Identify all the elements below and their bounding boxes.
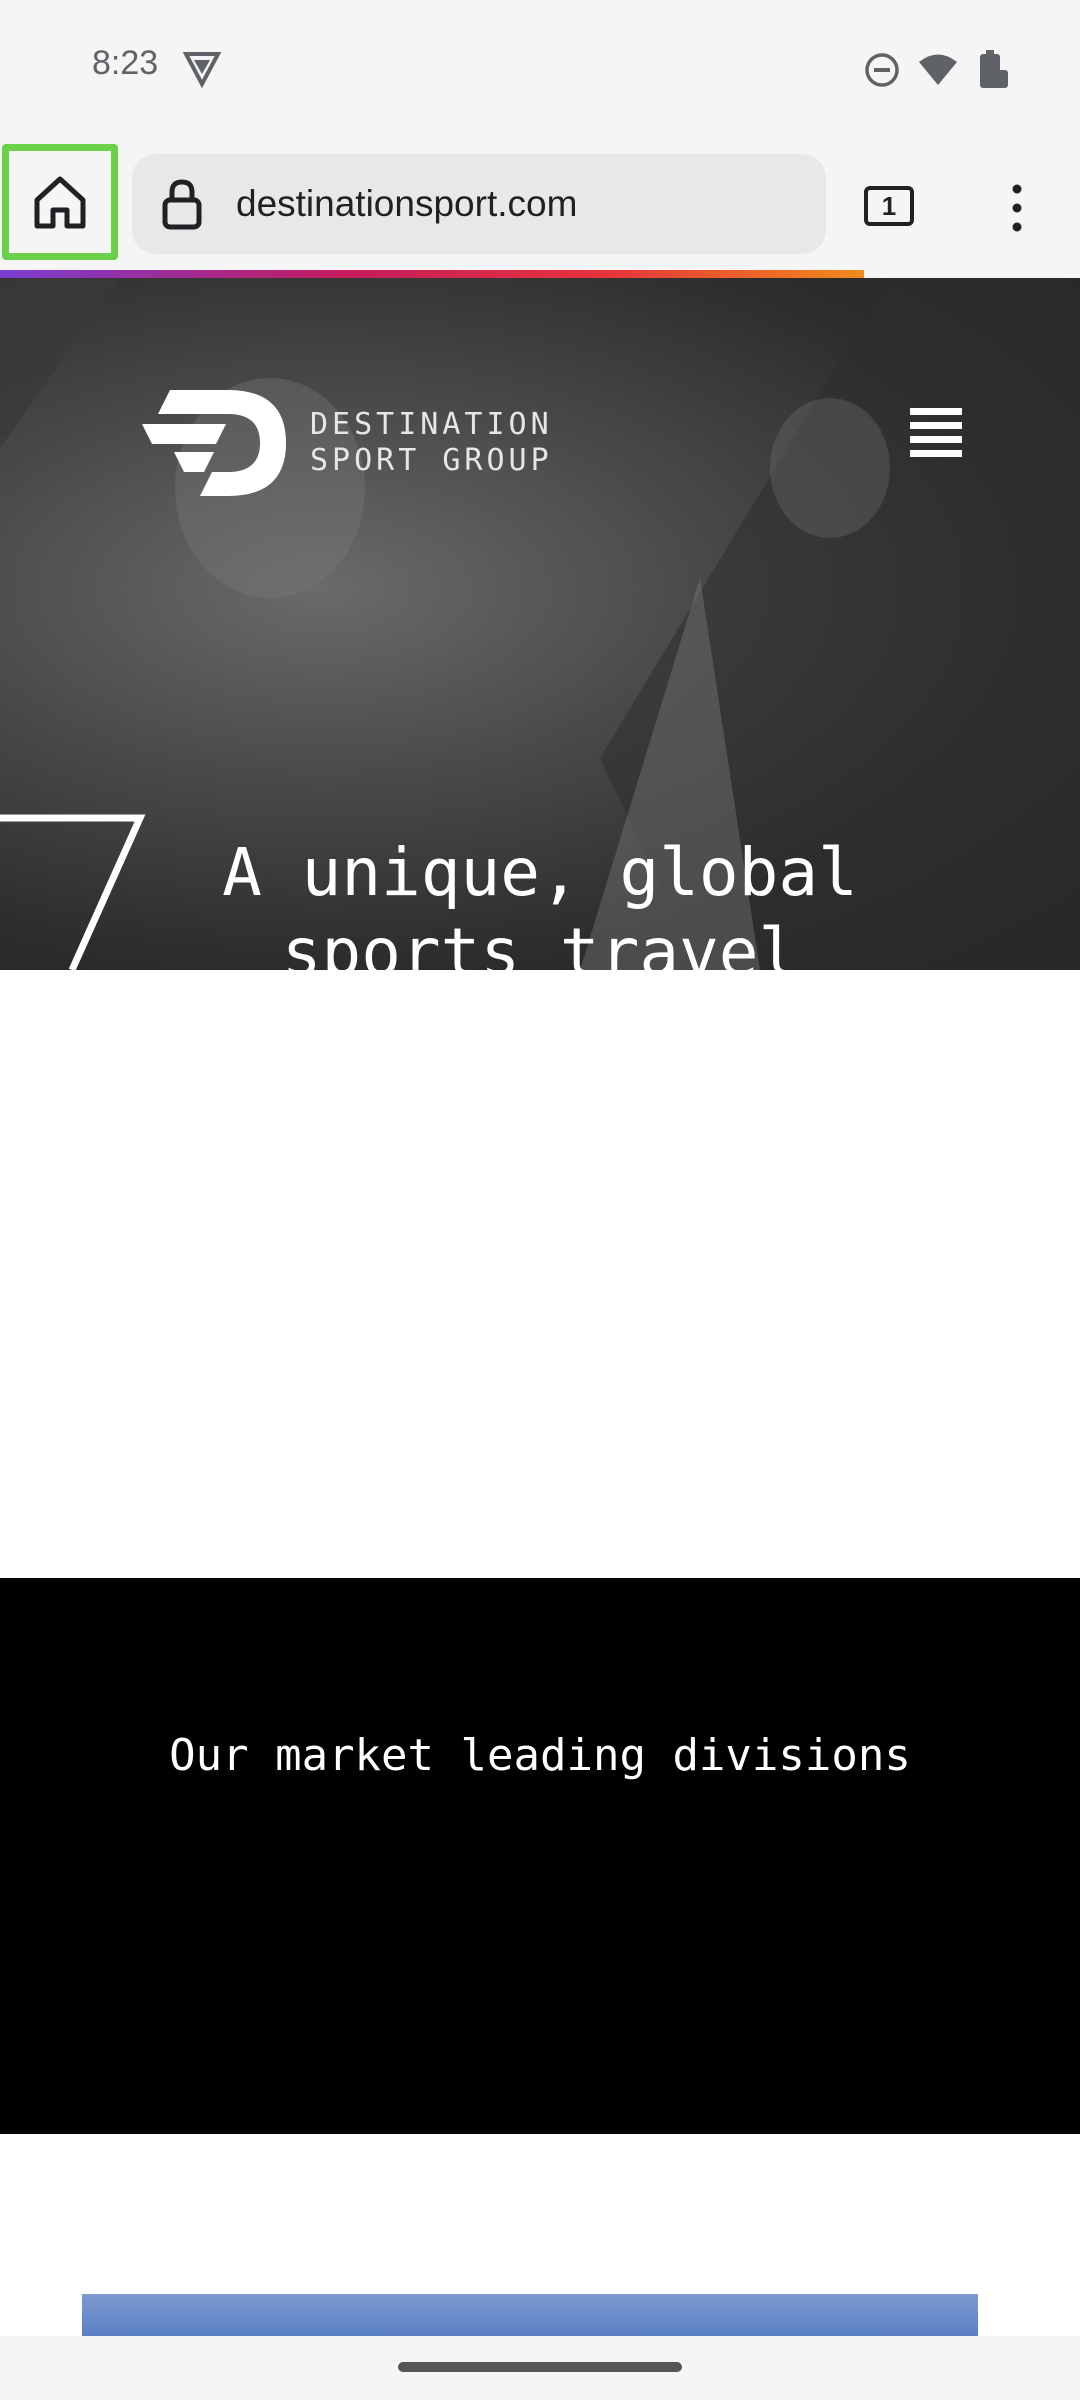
hero-heading: A unique, global sports travel <box>222 834 858 970</box>
divisions-title: Our market leading divisions <box>169 1730 911 1781</box>
battery-saver-icon <box>980 50 1008 88</box>
url-text[interactable]: destinationsport.com <box>236 183 577 225</box>
status-time: 8:23 <box>92 44 159 82</box>
more-vert-icon <box>1012 184 1022 232</box>
home-gesture-handle[interactable] <box>398 2362 682 2372</box>
wifi-icon <box>919 54 957 85</box>
more-options-button[interactable] <box>990 178 1044 238</box>
logo-text: DESTINATION SPORT GROUP <box>310 407 553 479</box>
logo-line-1: DESTINATION <box>310 407 553 442</box>
hero-section: DESTINATION SPORT GROUP A unique, global… <box>0 278 1080 970</box>
hamburger-menu-button[interactable] <box>910 408 962 458</box>
divisions-section: Our market leading divisions <box>0 1578 1080 2134</box>
lock-icon[interactable] <box>154 176 210 232</box>
tab-switcher-button[interactable]: 1 <box>864 186 914 226</box>
url-bar[interactable]: destinationsport.com <box>132 154 826 254</box>
browser-toolbar: destinationsport.com 1 <box>0 140 1080 272</box>
home-button[interactable] <box>2 144 118 260</box>
content-blank-area <box>0 970 1080 1578</box>
site-logo[interactable]: DESTINATION SPORT GROUP <box>140 388 553 498</box>
status-bar: 8:23 <box>0 0 1080 140</box>
system-navigation-bar <box>0 2336 1080 2400</box>
page-load-progress-bar <box>0 270 864 278</box>
do-not-disturb-icon <box>865 53 899 87</box>
destination-logo-icon <box>142 390 286 496</box>
home-icon <box>34 176 86 229</box>
vpn-shield-icon <box>182 52 222 88</box>
division-card-image[interactable] <box>82 2294 978 2336</box>
logo-line-2: SPORT GROUP <box>310 443 553 478</box>
status-icons <box>864 48 1010 92</box>
